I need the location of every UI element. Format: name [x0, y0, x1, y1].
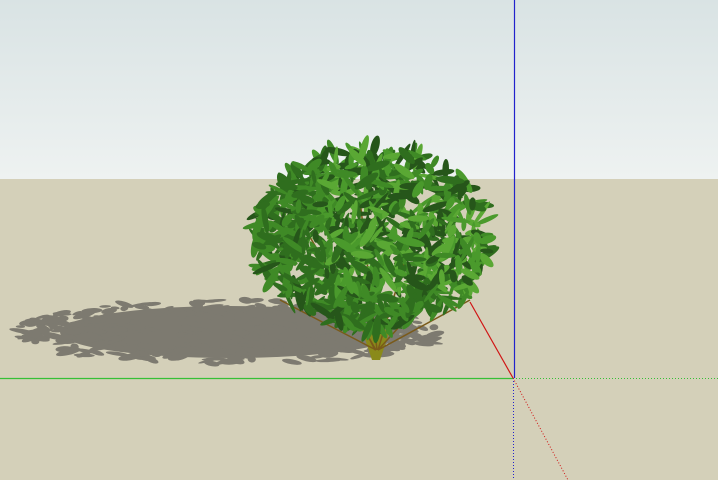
shadow-blob	[231, 330, 250, 336]
3d-viewport[interactable]	[0, 0, 718, 480]
model-scene[interactable]	[0, 0, 718, 480]
shadow-blob	[31, 339, 40, 345]
shadow-blob	[27, 332, 43, 338]
